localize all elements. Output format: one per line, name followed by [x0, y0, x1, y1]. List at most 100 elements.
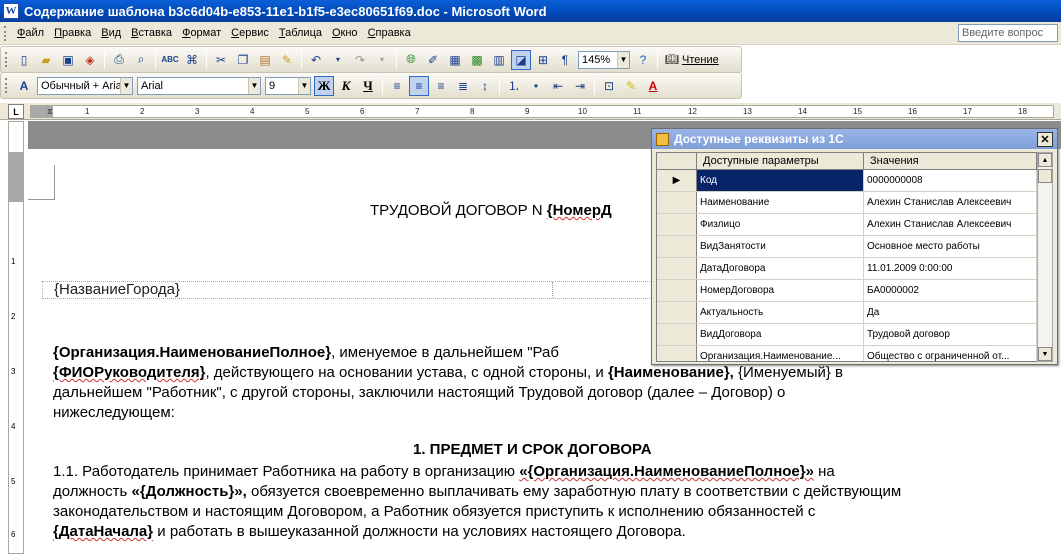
param-cell[interactable]: ДатаДоговора	[697, 258, 864, 279]
value-cell[interactable]: 11.01.2009 0:00:00	[864, 258, 1037, 279]
paste-icon[interactable]: ▤	[255, 50, 275, 70]
toolbar-grip[interactable]	[5, 52, 9, 67]
row-selector[interactable]	[657, 280, 697, 301]
print-icon[interactable]: ⎙	[109, 50, 129, 70]
requisites-panel[interactable]: Доступные реквизиты из 1С ✕ Доступные па…	[651, 128, 1058, 365]
param-cell[interactable]: Физлицо	[697, 214, 864, 235]
param-cell[interactable]: Код	[697, 170, 864, 191]
param-cell[interactable]: Организация.Наименование...	[697, 346, 864, 361]
chevron-down-icon[interactable]: ▼	[120, 77, 132, 94]
value-cell[interactable]: Общество с ограниченной от...	[864, 346, 1037, 361]
cut-icon[interactable]: ✂	[211, 50, 231, 70]
redo-dropdown-icon[interactable]: ▾	[372, 50, 392, 70]
row-selector[interactable]	[657, 214, 697, 235]
row-selector[interactable]	[657, 346, 697, 361]
horizontal-ruler[interactable]: ⧖ 1 2 3 4 5 6 7 8 9 10 11 12 13 14 15 16…	[30, 105, 1054, 118]
align-right-icon[interactable]: ≡	[431, 76, 451, 96]
zoom-select[interactable]: 145% ▼	[578, 50, 630, 69]
redo-icon[interactable]: ↷	[350, 50, 370, 70]
close-icon[interactable]: ✕	[1037, 132, 1053, 147]
table-row[interactable]: ВидЗанятости Основное место работы	[657, 236, 1037, 258]
scroll-down-icon[interactable]: ▼	[1038, 347, 1052, 361]
tables-borders-icon[interactable]: ✐	[423, 50, 443, 70]
justify-icon[interactable]: ≣	[453, 76, 473, 96]
permission-icon[interactable]: ◈	[80, 50, 100, 70]
column-header-value[interactable]: Значения	[864, 153, 1037, 169]
table-row[interactable]: ВидДоговора Трудовой договор	[657, 324, 1037, 346]
document-map-icon[interactable]: ⊞	[533, 50, 553, 70]
table-row[interactable]: ДатаДоговора 11.01.2009 0:00:00	[657, 258, 1037, 280]
menu-file[interactable]: Файл	[12, 22, 49, 44]
font-size-select[interactable]: 9 ▼	[265, 76, 311, 95]
panel-scrollbar[interactable]: ▲ ▼	[1037, 152, 1053, 362]
decrease-indent-icon[interactable]: ⇤	[548, 76, 568, 96]
menu-view[interactable]: Вид	[96, 22, 126, 44]
insert-table-icon[interactable]: ▦	[445, 50, 465, 70]
help-icon[interactable]: ?	[633, 50, 653, 70]
param-cell[interactable]: Актуальность	[697, 302, 864, 323]
toolbar-grip[interactable]	[5, 78, 9, 93]
scroll-up-icon[interactable]: ▲	[1038, 153, 1052, 167]
drawing-icon[interactable]: ◪	[511, 49, 531, 70]
chevron-down-icon[interactable]: ▼	[617, 51, 629, 68]
undo-icon[interactable]: ↶	[306, 50, 326, 70]
show-formatting-icon[interactable]: ¶	[555, 50, 575, 70]
styles-formatting-icon[interactable]: A	[14, 76, 34, 96]
italic-button[interactable]: К	[336, 76, 356, 96]
value-cell[interactable]: Да	[864, 302, 1037, 323]
table-row[interactable]: ▶ Код 0000000008	[657, 170, 1037, 192]
value-cell[interactable]: 0000000008	[864, 170, 1037, 191]
print-preview-icon[interactable]: ⌕	[131, 50, 151, 70]
row-selector[interactable]	[657, 236, 697, 257]
bold-button[interactable]: Ж	[314, 75, 334, 96]
format-painter-icon[interactable]: ✎	[277, 50, 297, 70]
column-header-param[interactable]: Доступные параметры	[697, 153, 864, 169]
menu-format[interactable]: Формат	[177, 22, 226, 44]
columns-icon[interactable]: ▥	[489, 50, 509, 70]
read-button[interactable]: 📖︎ Чтение	[665, 53, 719, 66]
align-left-icon[interactable]: ≡	[387, 76, 407, 96]
param-cell[interactable]: ВидЗанятости	[697, 236, 864, 257]
align-center-icon[interactable]: ≡	[409, 75, 429, 96]
table-row[interactable]: Наименование Алехин Станислав Алексеевич	[657, 192, 1037, 214]
param-cell[interactable]: Наименование	[697, 192, 864, 213]
open-icon[interactable]: ▰	[36, 50, 56, 70]
current-row-arrow-icon[interactable]: ▶	[657, 170, 697, 191]
tab-selector[interactable]: L	[8, 104, 24, 119]
style-select[interactable]: Обычный + Arial ▼	[37, 76, 133, 95]
menu-help[interactable]: Справка	[363, 22, 416, 44]
vertical-ruler[interactable]: 1 2 3 4 5 6	[8, 121, 24, 554]
menu-insert[interactable]: Вставка	[126, 22, 177, 44]
requisites-table[interactable]: Доступные параметры Значения ▶ Код 00000…	[656, 152, 1038, 362]
line-spacing-icon[interactable]: ↕	[475, 76, 495, 96]
font-select[interactable]: Arial ▼	[137, 76, 261, 95]
font-color-icon[interactable]: A	[643, 76, 663, 96]
bullets-icon[interactable]: •	[526, 76, 546, 96]
hyperlink-icon[interactable]: 🌐︎	[401, 50, 421, 70]
panel-titlebar[interactable]: Доступные реквизиты из 1С	[652, 129, 1057, 149]
scroll-thumb[interactable]	[1038, 169, 1052, 183]
value-cell[interactable]: Алехин Станислав Алексеевич	[864, 214, 1037, 235]
value-cell[interactable]: БА0000002	[864, 280, 1037, 301]
underline-button[interactable]: Ч	[358, 76, 378, 96]
table-row[interactable]: Физлицо Алехин Станислав Алексеевич	[657, 214, 1037, 236]
row-selector[interactable]	[657, 302, 697, 323]
save-icon[interactable]: ▣	[58, 50, 78, 70]
value-cell[interactable]: Алехин Станислав Алексеевич	[864, 192, 1037, 213]
word-app-icon[interactable]: W	[3, 3, 19, 19]
highlight-icon[interactable]: ✎	[621, 76, 641, 96]
value-cell[interactable]: Трудовой договор	[864, 324, 1037, 345]
numbering-icon[interactable]: ⒈	[504, 76, 524, 96]
value-cell[interactable]: Основное место работы	[864, 236, 1037, 257]
param-cell[interactable]: НомерДоговора	[697, 280, 864, 301]
undo-dropdown-icon[interactable]: ▾	[328, 50, 348, 70]
row-selector[interactable]	[657, 192, 697, 213]
table-row[interactable]: Организация.Наименование... Общество с о…	[657, 346, 1037, 361]
table-row[interactable]: НомерДоговора БА0000002	[657, 280, 1037, 302]
menu-window[interactable]: Окно	[327, 22, 363, 44]
chevron-down-icon[interactable]: ▼	[248, 77, 260, 94]
spelling-icon[interactable]: ABC	[160, 50, 180, 70]
row-selector[interactable]	[657, 324, 697, 345]
table-row[interactable]: Актуальность Да	[657, 302, 1037, 324]
menu-table[interactable]: Таблица	[274, 22, 327, 44]
